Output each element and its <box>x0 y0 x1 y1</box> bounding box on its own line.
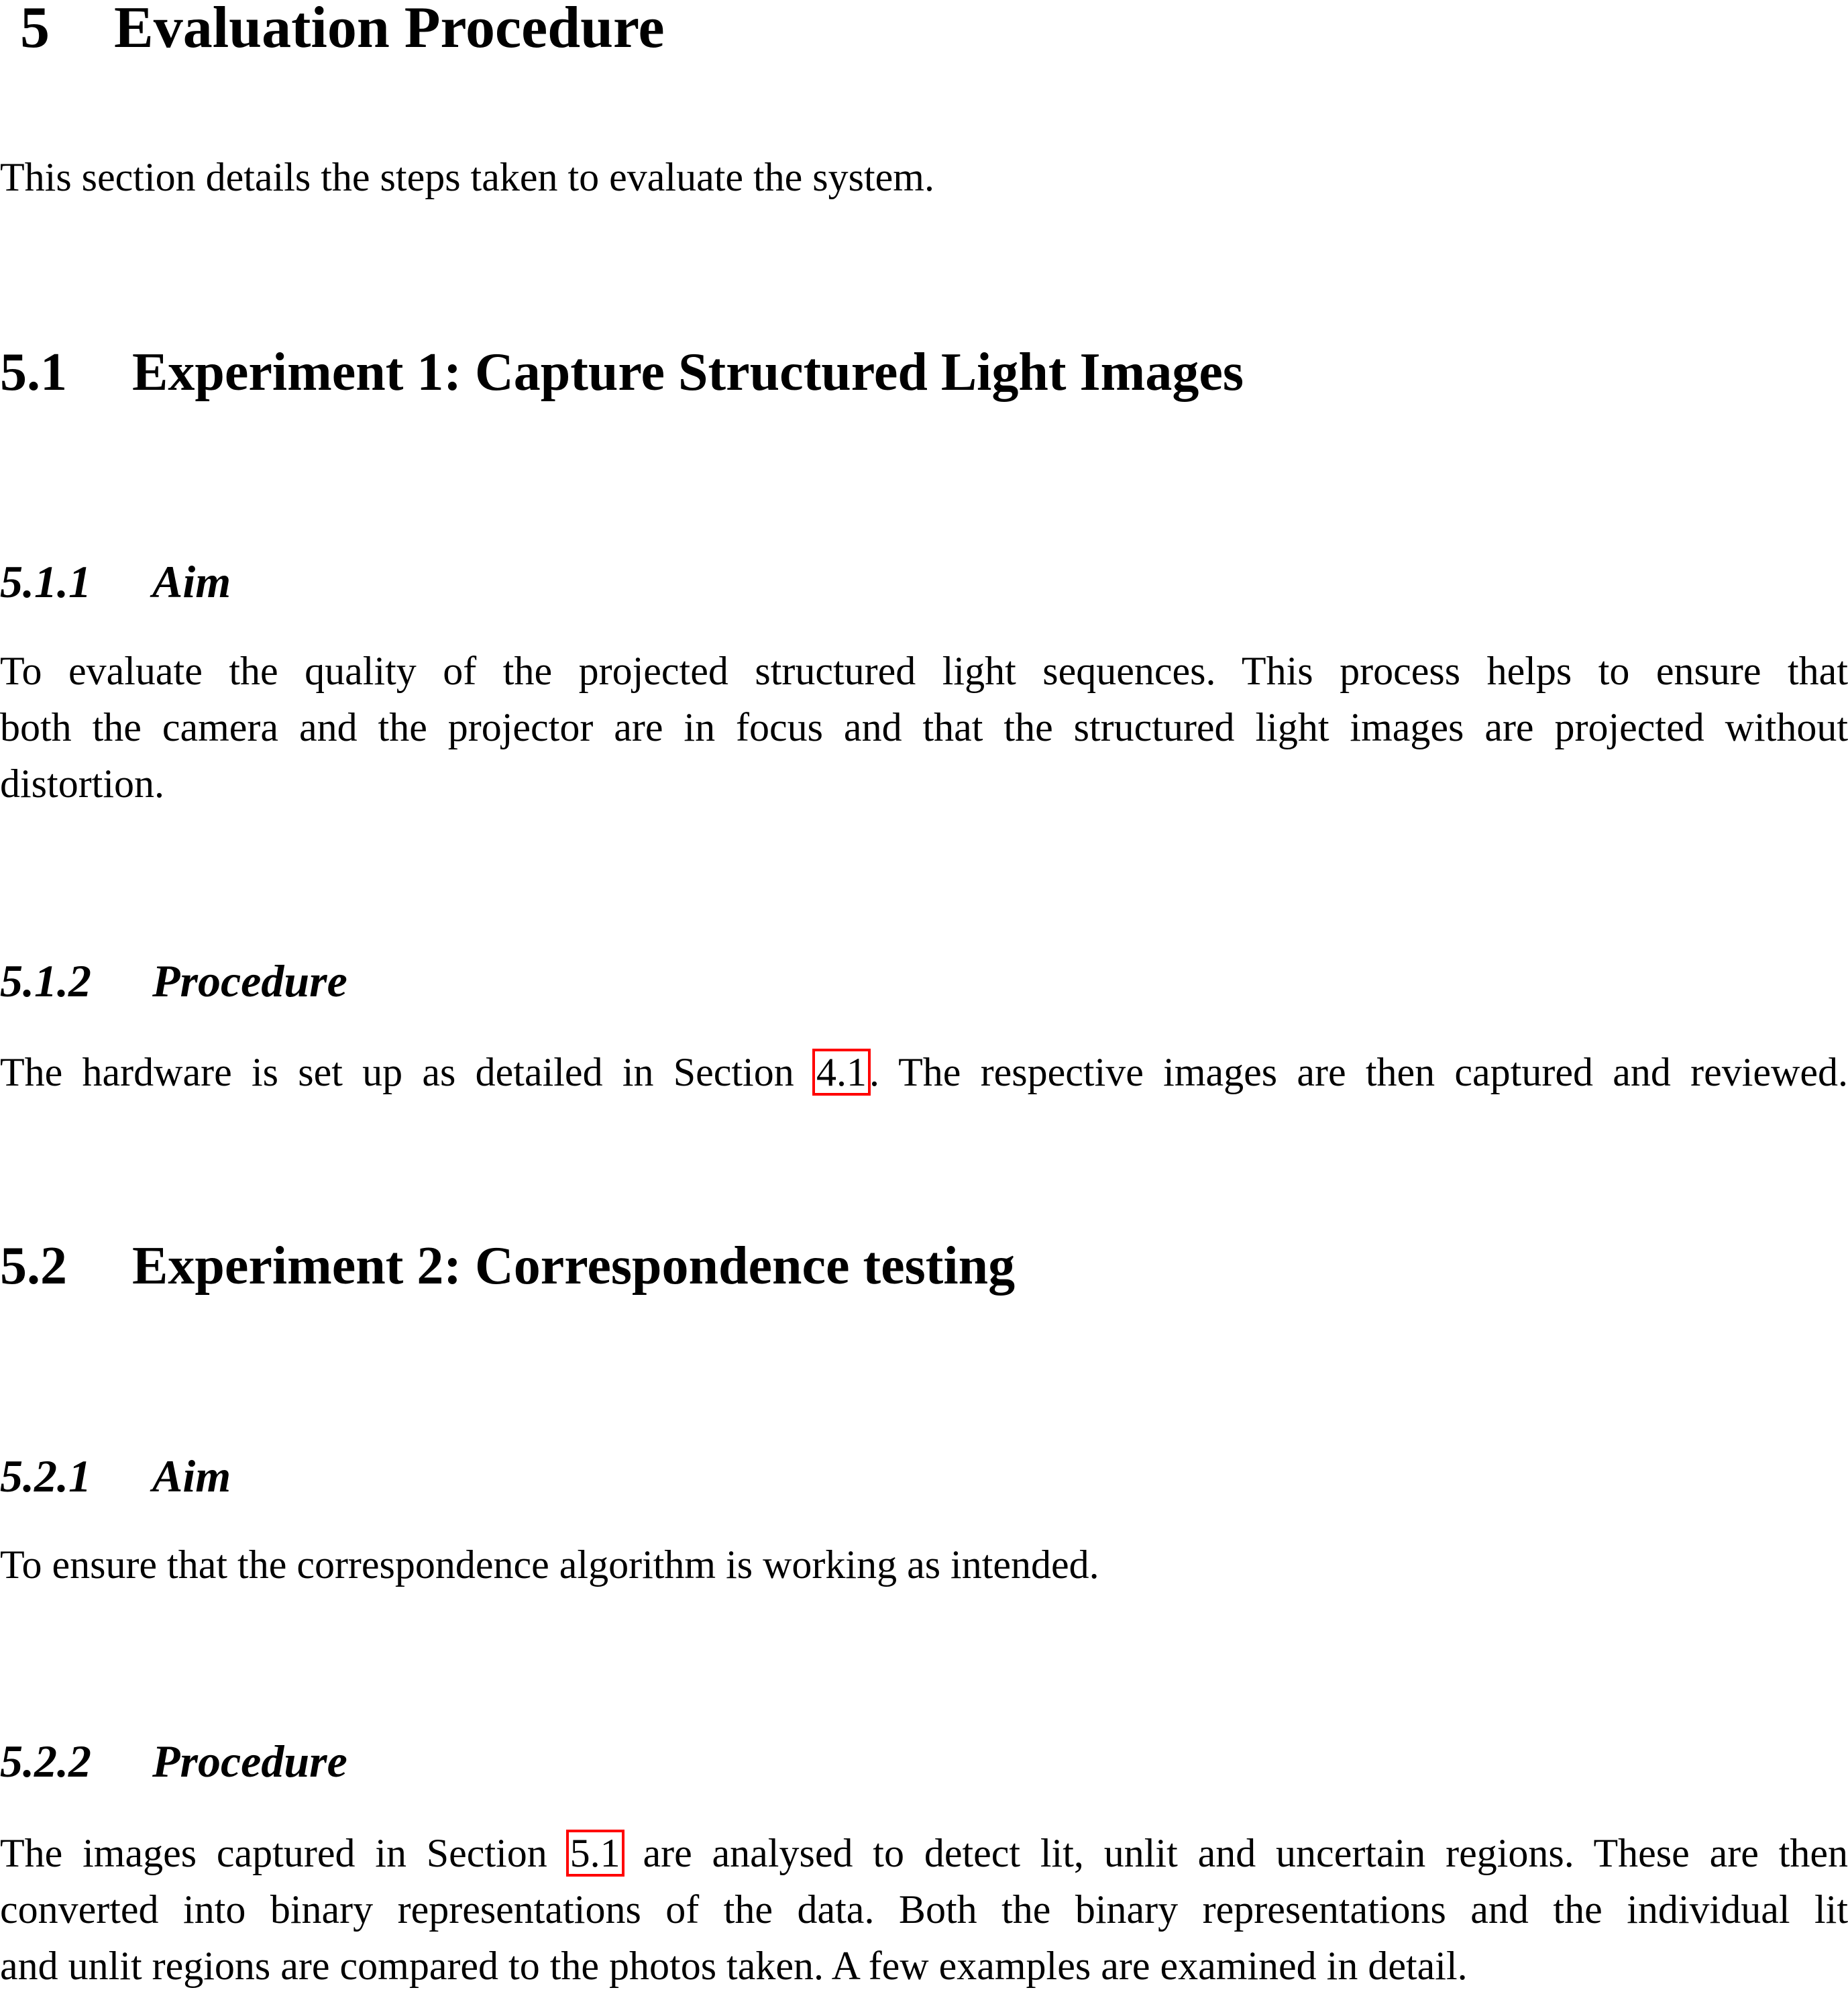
section-title: Evaluation Procedure <box>114 0 665 60</box>
paragraph-line: distortion. <box>0 762 165 806</box>
subsubsection-number: 5.2.1 <box>0 1451 91 1502</box>
section-heading: 5 Evaluation Procedure <box>0 0 665 62</box>
subsection-title: Experiment 2: Correspondence testing <box>132 1237 1016 1296</box>
subsubsection-number: 5.1.1 <box>0 556 91 607</box>
section-intro-line: This section details the steps taken to … <box>0 155 934 199</box>
subsection-title: Experiment 1: Capture Structured Light I… <box>132 343 1244 402</box>
paragraph-line: both the camera and the projector are in… <box>0 705 1848 749</box>
section-ref-link[interactable]: 4.1 <box>812 1049 871 1096</box>
subsubsection-heading-5-2-1: 5.2.1 Aim <box>0 1449 231 1503</box>
subsubsection-title: Aim <box>152 1451 231 1502</box>
subsection-heading-5-1: 5.1 Experiment 1: Capture Structured Ligh… <box>0 342 1244 403</box>
paragraph-line: To ensure that the correspondence algori… <box>0 1542 1099 1587</box>
subsubsection-number: 5.2.2 <box>0 1736 91 1787</box>
paragraph-line: To evaluate the quality of the projected… <box>0 649 1848 693</box>
paragraph-line: The hardware is set up as detailed in Se… <box>0 1044 1848 1100</box>
paragraph-text: are analysed to detect lit, unlit and un… <box>622 1831 1848 1875</box>
aim-paragraph-5-2-1: To ensure that the correspondence algori… <box>0 1536 1848 1593</box>
paragraph-line: and unlit regions are compared to the ph… <box>0 1944 1468 1988</box>
subsubsection-title: Procedure <box>152 955 347 1006</box>
paragraph-text: The images captured in Section <box>0 1831 567 1875</box>
paragraph-text: . The respective images are then capture… <box>869 1050 1848 1094</box>
subsection-heading-5-2: 5.2 Experiment 2: Correspondence testing <box>0 1236 1015 1296</box>
paragraph-line: The images captured in Section 5.1 are a… <box>0 1825 1848 1881</box>
subsubsection-heading-5-1-1: 5.1.1 Aim <box>0 555 231 609</box>
subsubsection-heading-5-1-2: 5.1.2 Procedure <box>0 954 347 1008</box>
section-ref-link[interactable]: 5.1 <box>565 1830 624 1877</box>
procedure-paragraph-5-2-2: The images captured in Section 5.1 are a… <box>0 1825 1848 1994</box>
document-page: 5 Evaluation Procedure This section detai… <box>0 0 1848 1989</box>
procedure-paragraph-5-1-2: The hardware is set up as detailed in Se… <box>0 1044 1848 1100</box>
section-number: 5 <box>20 0 50 60</box>
subsection-number: 5.1 <box>0 343 67 402</box>
aim-paragraph-5-1-1: To evaluate the quality of the projected… <box>0 643 1848 812</box>
section-intro: This section details the steps taken to … <box>0 149 1848 205</box>
paragraph-line: converted into binary representations of… <box>0 1887 1848 1932</box>
subsubsection-number: 5.1.2 <box>0 955 91 1006</box>
subsubsection-title: Procedure <box>152 1736 347 1787</box>
subsection-number: 5.2 <box>0 1237 67 1296</box>
subsubsection-title: Aim <box>152 556 231 607</box>
paragraph-text: The hardware is set up as detailed in Se… <box>0 1050 814 1094</box>
subsubsection-heading-5-2-2: 5.2.2 Procedure <box>0 1734 347 1788</box>
